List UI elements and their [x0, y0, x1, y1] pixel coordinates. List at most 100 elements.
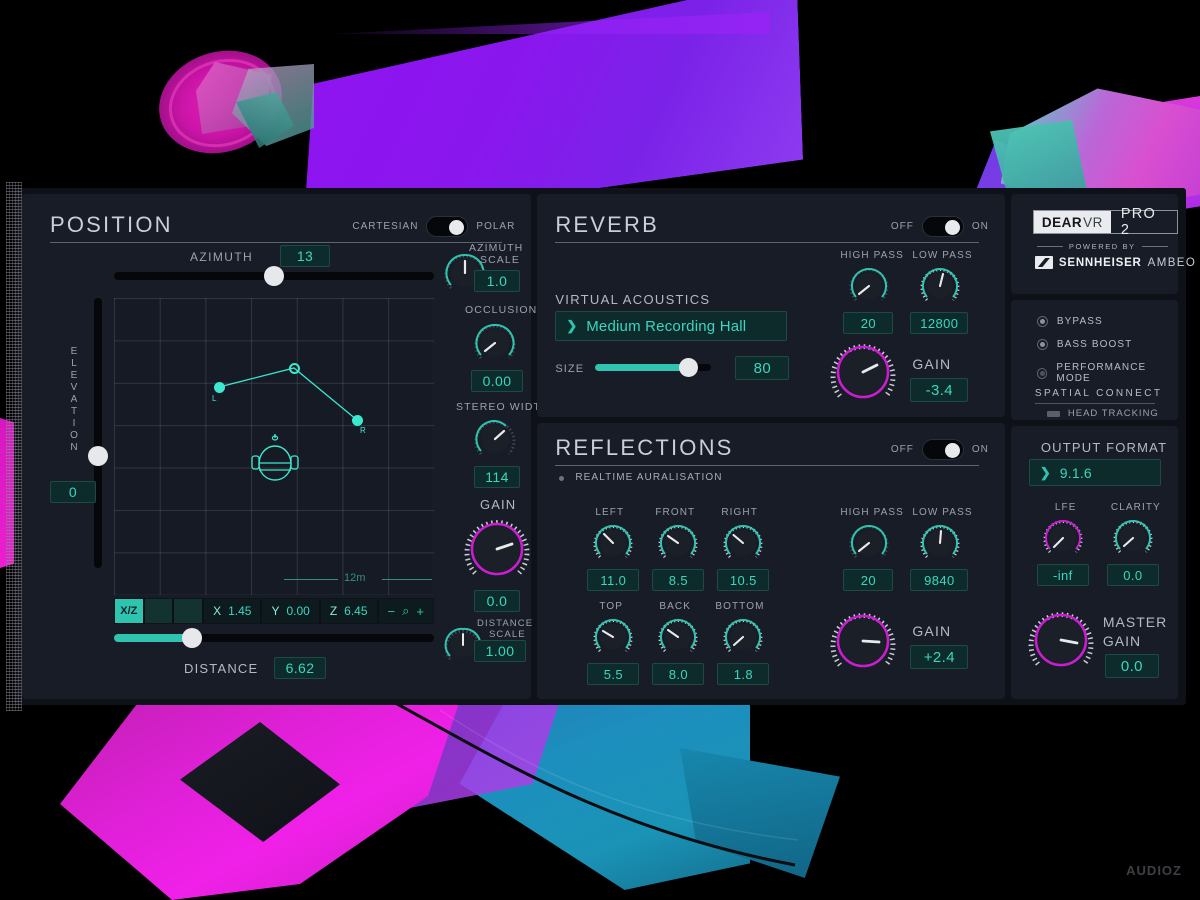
sennheiser-logo: SENNHEISER AMBEO — [1034, 256, 1196, 269]
reflect-left-value[interactable]: 11.0 — [587, 569, 640, 591]
magnifier-icon[interactable]: ⌕ — [402, 603, 409, 619]
powered-by-row: POWERED BY — [1036, 242, 1168, 251]
reverb-size-value[interactable]: 80 — [735, 356, 790, 380]
source-point-left[interactable] — [214, 382, 225, 393]
head-tracking-row[interactable]: HEAD TRACKING — [1046, 408, 1159, 419]
reflect-highpass-value[interactable]: 20 — [843, 569, 894, 591]
reflections-toggle[interactable] — [921, 439, 964, 460]
distance-value[interactable]: 6.62 — [274, 657, 326, 679]
stereo-width-value[interactable]: 114 — [474, 466, 520, 488]
reflect-front-label: FRONT — [655, 507, 696, 518]
source-point-right[interactable] — [352, 415, 363, 426]
reflect-front-knob[interactable] — [656, 521, 700, 565]
source-point-center[interactable] — [289, 363, 300, 374]
coord-z-value: 6.45 — [344, 604, 368, 618]
master-gain-knob[interactable] — [1025, 604, 1097, 676]
reflect-back-label: BACK — [659, 601, 691, 612]
elevation-slider-track[interactable] — [88, 298, 108, 568]
distance-slider-fill — [114, 634, 192, 642]
azimuth-slider-track[interactable] — [114, 266, 434, 286]
coord-field-x[interactable]: X 1.45 — [204, 599, 261, 623]
clarity-knob[interactable] — [1111, 516, 1155, 560]
reflect-lowpass-value[interactable]: 9840 — [910, 569, 969, 591]
distance-slider-track[interactable] — [114, 628, 434, 648]
stereo-width-label: STEREO WIDTH — [456, 401, 550, 413]
coord-field-y[interactable]: Y 0.00 — [262, 599, 319, 623]
lfe-knob[interactable] — [1041, 516, 1085, 560]
reverb-size-slider-track[interactable] — [595, 358, 712, 377]
virtual-acoustics-dropdown[interactable]: ❯ Medium Recording Hall — [555, 311, 788, 341]
listener-head-icon — [251, 434, 299, 481]
output-format-dropdown[interactable]: ❯ 9.1.6 — [1028, 459, 1161, 486]
reflect-right-label: RIGHT — [721, 507, 758, 518]
option-bass-boost[interactable]: BASS BOOST — [1036, 339, 1132, 350]
reflections-gain-value[interactable]: +2.4 — [910, 645, 969, 669]
reflect-highpass-knob[interactable] — [847, 521, 891, 565]
master-gain-value[interactable]: 0.0 — [1104, 654, 1159, 678]
reflect-front-value[interactable]: 8.5 — [652, 569, 705, 591]
position-mode-toggle-group[interactable]: CARTESIAN POLAR — [352, 216, 515, 237]
occlusion-value[interactable]: 0.00 — [471, 370, 523, 392]
dearvr-wordmark: DEAR VR — [1033, 211, 1111, 233]
reverb-toggle-group[interactable]: OFF ON — [891, 216, 989, 237]
lfe-value[interactable]: -inf — [1036, 564, 1089, 586]
reflect-right-value[interactable]: 10.5 — [717, 569, 770, 591]
bass-boost-radio-icon[interactable] — [1036, 339, 1048, 350]
elevation-label: ELEVATION — [68, 346, 80, 454]
reflections-gain-knob[interactable] — [827, 605, 899, 677]
azimuth-value[interactable]: 13 — [280, 245, 330, 267]
coordinate-bar[interactable]: X/Z X 1.45 Y 0.00 Z 6.45 − ⌕ + — [114, 598, 434, 624]
reflect-back-knob[interactable] — [656, 615, 700, 659]
elevation-slider-knob[interactable] — [88, 446, 108, 466]
zoom-in-icon[interactable]: + — [416, 604, 424, 619]
grid-zoom-controls[interactable]: − ⌕ + — [378, 599, 433, 623]
option-bypass[interactable]: BYPASS — [1036, 316, 1103, 327]
distance-scale-value[interactable]: 1.00 — [474, 640, 526, 662]
cartesian-polar-toggle[interactable] — [426, 216, 469, 237]
reverb-lowpass-value[interactable]: 12800 — [910, 312, 969, 334]
position-grid[interactable]: L R 12m — [114, 298, 434, 595]
position-gain-knob[interactable] — [462, 514, 532, 584]
panel-position: POSITION CARTESIAN POLAR AZIMUTH 13 ELEV… — [22, 194, 549, 699]
reverb-gain-knob[interactable] — [827, 336, 899, 408]
coord-tab-3[interactable] — [174, 599, 203, 623]
reverb-toggle[interactable] — [921, 216, 964, 237]
coord-field-z[interactable]: Z 6.45 — [320, 599, 377, 623]
reverb-highpass-value[interactable]: 20 — [843, 312, 894, 334]
virtual-acoustics-label: VIRTUAL ACOUSTICS — [555, 292, 711, 307]
clarity-value[interactable]: 0.0 — [1106, 564, 1159, 586]
reverb-lowpass-knob[interactable] — [918, 264, 962, 308]
head-tracking-toggle-icon[interactable] — [1046, 410, 1060, 417]
occlusion-knob[interactable] — [472, 320, 518, 366]
reflect-top-value[interactable]: 5.5 — [587, 663, 640, 685]
reflect-right-knob[interactable] — [721, 521, 765, 565]
performance-mode-radio-icon[interactable] — [1036, 367, 1048, 379]
reflect-lowpass-knob[interactable] — [918, 521, 962, 565]
reverb-highpass-knob[interactable] — [847, 264, 891, 308]
distance-label: DISTANCE — [184, 661, 259, 676]
option-performance-mode[interactable]: PERFORMANCE MODE — [1036, 362, 1178, 384]
reflect-bottom-value[interactable]: 1.8 — [717, 663, 770, 685]
reverb-gain-value[interactable]: -3.4 — [910, 378, 969, 402]
reflect-back-value[interactable]: 8.0 — [652, 663, 705, 685]
reflect-top-knob[interactable] — [591, 615, 635, 659]
bypass-radio-icon[interactable] — [1036, 316, 1048, 327]
output-format-value: 9.1.6 — [1059, 464, 1092, 481]
elevation-value[interactable]: 0 — [50, 481, 96, 503]
distance-slider-knob[interactable] — [182, 628, 202, 648]
reflect-bottom-knob[interactable] — [721, 615, 765, 659]
coord-tab-2[interactable] — [144, 599, 173, 623]
realtime-auralisation-indicator[interactable] — [559, 476, 565, 481]
reflections-title-rule — [555, 465, 980, 466]
reflect-left-knob[interactable] — [591, 521, 635, 565]
reverb-size-slider-knob[interactable] — [679, 358, 699, 377]
lfe-label: LFE — [1054, 502, 1077, 513]
stereo-width-knob[interactable] — [472, 416, 518, 462]
position-gain-value[interactable]: 0.0 — [474, 590, 520, 612]
reflections-toggle-group[interactable]: OFF ON — [891, 439, 989, 460]
zoom-out-icon[interactable]: − — [388, 604, 396, 619]
toggle-knob — [944, 442, 960, 458]
azimuth-slider-knob[interactable] — [264, 266, 284, 286]
coord-tab-xz[interactable]: X/Z — [115, 599, 143, 623]
azimuth-scale-value[interactable]: 1.0 — [474, 270, 520, 292]
